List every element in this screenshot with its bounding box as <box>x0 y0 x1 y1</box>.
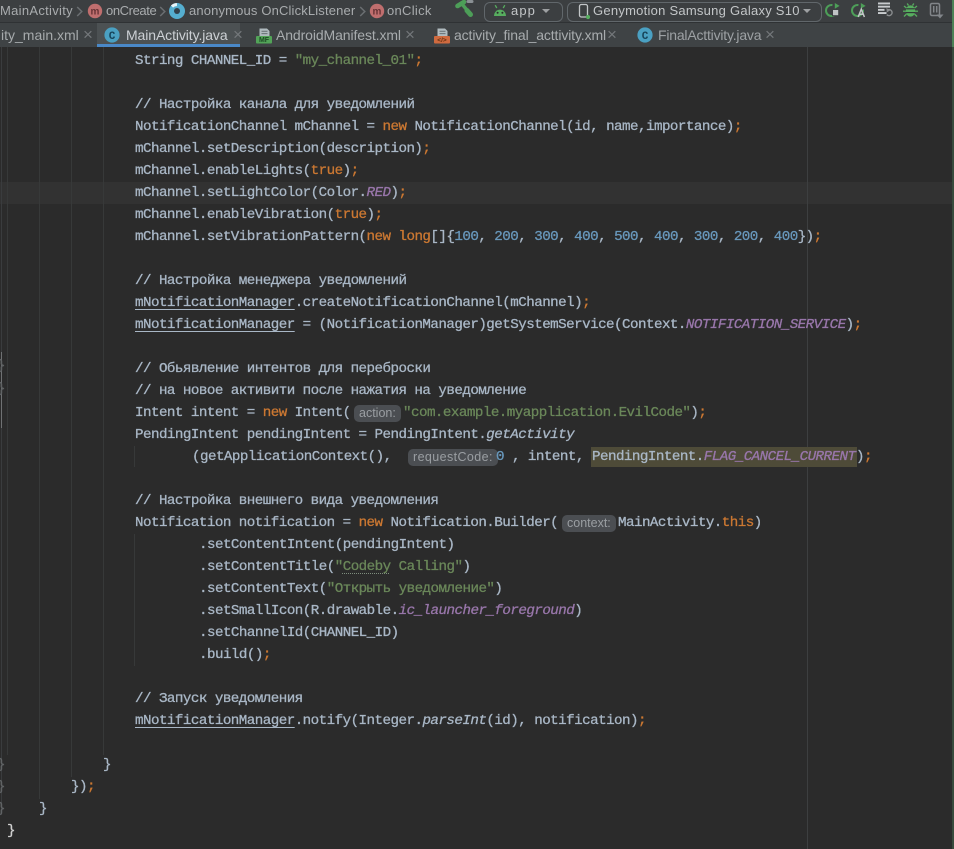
svg-text:m: m <box>91 7 100 18</box>
svg-text:C: C <box>642 31 649 43</box>
svg-text:m: m <box>373 7 382 18</box>
svg-text:C: C <box>109 31 116 43</box>
svg-text:MF: MF <box>259 37 270 44</box>
svg-text:</>: </> <box>437 37 447 44</box>
